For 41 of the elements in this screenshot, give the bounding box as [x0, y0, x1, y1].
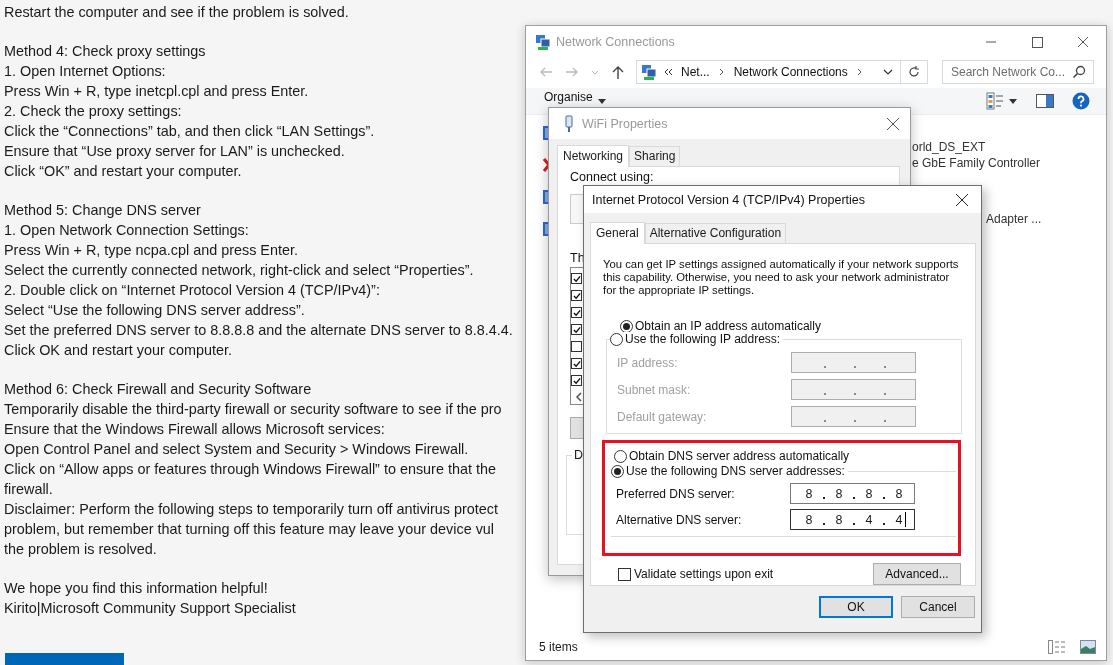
description-text: You can get IP settings assigned automatically if your network supports this capability. Otherwise, you need to ask your network administrator for the appropriate IP settings.	[603, 258, 960, 297]
article-text: 2. Check the proxy settings:	[4, 102, 182, 121]
field-label: Default gateway:	[617, 409, 708, 424]
window-title: WiFi Properties	[582, 116, 668, 131]
article-text: Restart the computer and see if the problem is solved.	[4, 3, 349, 22]
field-label: Connect using:	[570, 170, 654, 184]
article-text: Kirito|Microsoft Community Support Specialist	[4, 599, 296, 618]
article-text: 1. Open Internet Options:	[4, 62, 166, 81]
status-text: 5 items	[539, 640, 578, 654]
article-text: Disclaimer: Perform the following steps to temporarily turn off antivirus protect	[4, 500, 498, 519]
article-text: Press Win + R, type inetcpl.cpl and press Enter.	[4, 82, 309, 101]
article-text: problem, but remember that turning off this feature may leave your device vul	[4, 520, 495, 539]
article-text: Method 4: Check proxy settings	[4, 42, 206, 61]
article-text: Press Win + R, type ncpa.cpl and press Enter.	[4, 241, 298, 260]
article-text: Click the “Connections” tab, and then click “LAN Settings”.	[4, 122, 375, 141]
connection-detail: e GbE Family Controller	[912, 155, 1041, 171]
article-text: Temporarily disable the third-party firewall or security software to see if the pro	[4, 400, 502, 419]
article-text: Select the currently connected network, right-click and select “Properties”.	[4, 261, 474, 280]
article-text: Method 5: Change DNS server	[4, 201, 201, 220]
connection-detail: Adapter ...	[986, 211, 1042, 227]
article-text: Click OK and restart your computer.	[4, 341, 232, 360]
window-title: Network Connections	[556, 34, 675, 49]
article-text: Method 6: Check Firewall and Security Software	[4, 380, 312, 399]
article-text: firewall.	[4, 480, 53, 499]
field-label: IP address:	[617, 355, 679, 370]
connection-detail: orld_DS_EXT	[912, 139, 986, 155]
article-text: Click on “Allow apps or features through Windows Firewall” to ensure that the	[4, 460, 496, 479]
article-text: Ensure that the Windows Firewall allows Microsoft services:	[4, 420, 385, 439]
window-title: Internet Protocol Version 4 (TCP/IPv4) Properties	[592, 192, 866, 207]
article-text: Select “Use the following DNS server address”.	[4, 301, 305, 320]
article-text: Ensure that “Use proxy server for LAN” is unchecked.	[4, 142, 345, 161]
article-text: 2. Double click on “Internet Protocol Version 4 (TCP/IPv4)”:	[4, 281, 380, 300]
article-text: Open Control Panel and select System and Security > Windows Firewall.	[4, 440, 469, 459]
article-text: We hope you find this information helpful!	[4, 579, 268, 598]
article-text: Click “OK” and restart your computer.	[4, 162, 242, 181]
article-text: Set the preferred DNS server to 8.8.8.8 and the alternate DNS server to 8.8.4.4.	[4, 321, 513, 340]
article-text: 1. Open Network Connection Settings:	[4, 221, 249, 240]
field-label: Subnet mask:	[617, 382, 692, 397]
field-label: Alternative DNS server:	[616, 512, 743, 527]
field-label: Preferred DNS server:	[616, 486, 736, 501]
article-text: the problem is resolved.	[4, 540, 157, 559]
